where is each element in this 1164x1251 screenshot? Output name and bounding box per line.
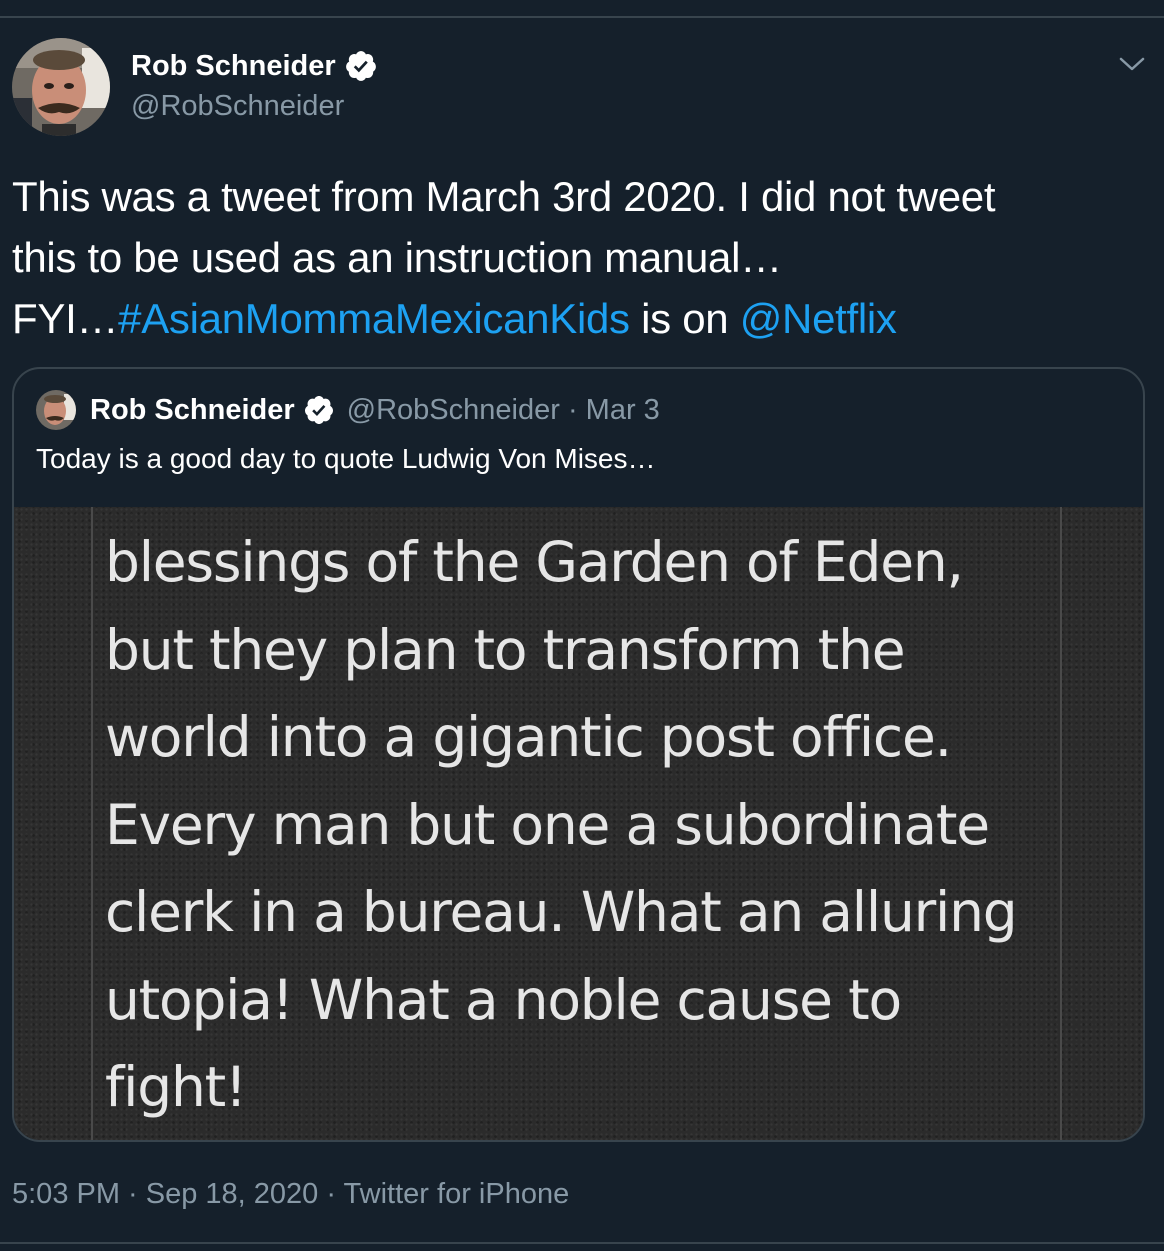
- author-name[interactable]: Rob Schneider: [131, 46, 336, 86]
- image-text-line: Every man but one a subordinate: [105, 792, 990, 857]
- quoted-image-text: blessings of the Garden of Eden, but the…: [105, 519, 1055, 1132]
- verified-badge-icon: [304, 396, 333, 424]
- quoted-tweet-header: Rob Schneider @RobSchneider · Mar 3: [36, 389, 660, 431]
- tweet-text-line-1: This was a tweet from March 3rd 2020. I …: [12, 173, 996, 220]
- image-text-line: fight!: [105, 1055, 247, 1119]
- tweet-text: This was a tweet from March 3rd 2020. I …: [12, 166, 1132, 349]
- image-text-line: utopia! What a noble cause to: [105, 967, 902, 1032]
- image-text-line: but they plan to transform the: [105, 617, 906, 682]
- image-text-line: world into a gigantic post office.: [105, 705, 952, 769]
- image-text-line: clerk in a bureau. What an alluring: [105, 880, 1018, 944]
- tweet-text-line-3: FYI…#AsianMommaMexicanKids is on @Netfli…: [12, 288, 1132, 349]
- author-handle[interactable]: @RobSchneider: [131, 86, 344, 126]
- quoted-author-avatar: [36, 390, 76, 430]
- quoted-date-separator: ·: [559, 393, 586, 426]
- verified-badge-icon: [345, 51, 376, 81]
- quoted-date: Mar 3: [585, 393, 660, 426]
- quoted-author-handle: @RobSchneider: [346, 393, 560, 426]
- image-text-line: blessings of the Garden of Eden,: [105, 530, 964, 594]
- quoted-author-name: Rob Schneider: [90, 393, 295, 426]
- quoted-tweet-text: Today is a good day to quote Ludwig Von …: [36, 443, 656, 474]
- mention-link[interactable]: @Netflix: [740, 295, 897, 342]
- image-margin-line-right: [1060, 507, 1062, 1140]
- top-divider: [0, 16, 1164, 18]
- author-name-row[interactable]: Rob Schneider: [131, 46, 378, 86]
- author-avatar[interactable]: [12, 38, 110, 136]
- chevron-down-icon[interactable]: [1116, 52, 1148, 76]
- hashtag-link[interactable]: #AsianMommaMexicanKids: [118, 295, 630, 342]
- tweet-text-mid: is on: [629, 295, 740, 342]
- tweet-timestamp[interactable]: 5:03 PM · Sep 18, 2020 · Twitter for iPh…: [12, 1174, 569, 1214]
- tweet-text-prefix: FYI…: [12, 295, 119, 342]
- bottom-divider: [0, 1242, 1164, 1244]
- quoted-tweet-card[interactable]: Rob Schneider @RobSchneider · Mar 3 Toda…: [12, 367, 1145, 1142]
- image-margin-line-left: [91, 507, 93, 1140]
- quoted-tweet-image[interactable]: blessings of the Garden of Eden, but the…: [14, 507, 1143, 1140]
- tweet-text-line-2: this to be used as an instruction manual…: [12, 234, 782, 281]
- quoted-meta: @RobSchneider · Mar 3: [347, 394, 660, 427]
